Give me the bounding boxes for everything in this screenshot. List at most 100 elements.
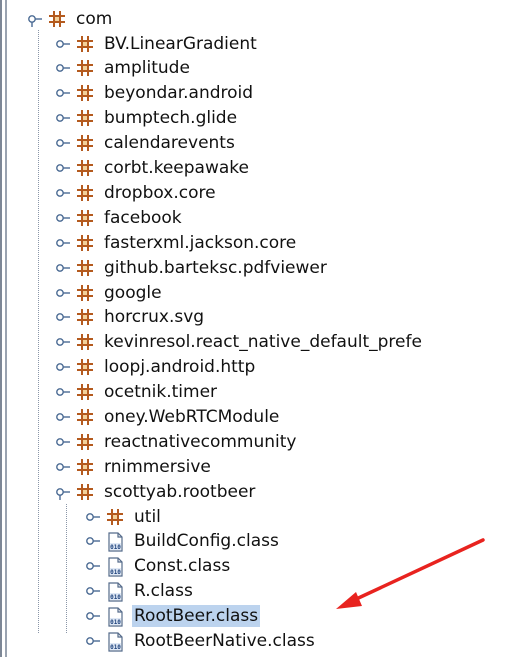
collapsed-toggle-icon[interactable]: [54, 285, 70, 301]
tree-node-label: amplitude: [104, 58, 190, 79]
tree-node-dropbox-core[interactable]: dropbox.core: [54, 180, 218, 205]
tree-node-buildconfig-class[interactable]: 010 BuildConfig.class: [84, 529, 281, 554]
tree-node-label: corbt.keepawake: [104, 158, 249, 178]
tree-node-scottyab-rootbeer[interactable]: scottyab.rootbeer: [54, 479, 257, 504]
tree-node-calendarevents[interactable]: calendarevents: [54, 131, 237, 156]
tree-node-beyondar-android[interactable]: beyondar.android: [54, 81, 255, 106]
tree-node-label: Const.class: [134, 556, 231, 577]
package-icon: [76, 184, 94, 202]
tree-node-label: google: [104, 282, 162, 303]
tree-node-rootbeernative-class[interactable]: 010 RootBeerNative.class: [84, 629, 317, 654]
collapsed-toggle-icon[interactable]: [54, 434, 70, 450]
tree-node-label: RootBeer.class: [132, 605, 261, 628]
tree-node-label: scottyab.rootbeer: [104, 481, 256, 502]
package-icon: [76, 134, 94, 152]
tree-node-horcrux-svg[interactable]: horcrux.svg: [54, 305, 206, 330]
tree-connector-root: [38, 30, 39, 633]
collapsed-toggle-icon[interactable]: [84, 608, 100, 624]
collapsed-toggle-icon[interactable]: [54, 60, 70, 76]
tree-node-oney-webrtcmodule[interactable]: oney.WebRTCModule: [54, 405, 281, 430]
package-icon: [76, 358, 94, 376]
tree-node-rootbeer-class[interactable]: 010 RootBeer.class: [84, 604, 261, 629]
package-icon: [48, 10, 66, 28]
collapsed-toggle-icon[interactable]: [84, 558, 100, 574]
package-icon: [76, 259, 94, 277]
tree-node-label: dropbox.core: [104, 182, 216, 203]
collapsed-toggle-icon[interactable]: [54, 459, 70, 475]
collapsed-toggle-icon[interactable]: [54, 334, 70, 350]
expanded-toggle-icon[interactable]: [26, 11, 42, 27]
tree-node-label: util: [134, 506, 161, 527]
collapsed-toggle-icon[interactable]: [84, 533, 100, 549]
collapsed-toggle-icon[interactable]: [54, 309, 70, 325]
tree-node-label: com: [76, 8, 113, 29]
svg-text:010: 010: [110, 619, 121, 626]
tree-node-util[interactable]: util: [84, 504, 163, 529]
package-icon: [76, 84, 94, 102]
package-icon: [76, 234, 94, 252]
tree-node-label: facebook: [104, 207, 182, 228]
package-icon: [76, 35, 94, 53]
collapsed-toggle-icon[interactable]: [54, 185, 70, 201]
collapsed-toggle-icon[interactable]: [54, 85, 70, 101]
svg-text:010: 010: [110, 569, 121, 576]
package-icon: [76, 458, 94, 476]
package-icon: [76, 308, 94, 326]
tree-node-label: RootBeerNative.class: [134, 631, 315, 651]
tree-node-github-barteksc-pdfviewer[interactable]: github.barteksc.pdfviewer: [54, 255, 329, 280]
collapsed-toggle-icon[interactable]: [54, 36, 70, 52]
tree-node-bv-lineargradient[interactable]: BV.LinearGradient: [54, 31, 259, 56]
class-file-icon: 010: [106, 532, 124, 552]
svg-text:010: 010: [110, 644, 121, 651]
class-file-icon: 010: [106, 582, 124, 602]
tree-node-google[interactable]: google: [54, 280, 164, 305]
tree-node-amplitude[interactable]: amplitude: [54, 56, 192, 81]
tree-node-facebook[interactable]: facebook: [54, 205, 184, 230]
collapsed-toggle-icon[interactable]: [54, 210, 70, 226]
collapsed-toggle-icon[interactable]: [54, 260, 70, 276]
package-icon: [76, 408, 94, 426]
tree-connector-rootbeer: [66, 504, 67, 633]
package-icon: [76, 333, 94, 351]
tree-node-reactnativecommunity[interactable]: reactnativecommunity: [54, 429, 298, 454]
tree-node-label: loopj.android.http: [104, 357, 256, 378]
tree-node-com[interactable]: com: [26, 6, 114, 31]
svg-text:010: 010: [110, 594, 121, 601]
tree-node-bumptech-glide[interactable]: bumptech.glide: [54, 106, 239, 131]
collapsed-toggle-icon[interactable]: [84, 509, 100, 525]
class-file-icon: 010: [106, 607, 124, 627]
package-icon: [76, 59, 94, 77]
collapsed-toggle-icon[interactable]: [54, 359, 70, 375]
class-file-icon: 010: [106, 557, 124, 577]
collapsed-toggle-icon[interactable]: [54, 135, 70, 151]
tree-node-label: horcrux.svg: [104, 307, 205, 328]
tree-node-label: oney.WebRTCModule: [104, 407, 280, 427]
tree-node-label: calendarevents: [104, 133, 235, 154]
package-tree[interactable]: com BV.LinearGradient amplitude beyondar.a…: [0, 0, 530, 657]
tree-node-label: bumptech.glide: [104, 108, 238, 129]
tree-node-label: rnimmersive: [104, 456, 211, 477]
tree-node-ocetnik-timer[interactable]: ocetnik.timer: [54, 380, 219, 405]
tree-node-label: BV.LinearGradient: [104, 33, 257, 54]
tree-node-rnimmersive[interactable]: rnimmersive: [54, 454, 213, 479]
package-icon: [76, 209, 94, 227]
tree-node-kevinresol-react-native-default-prefe[interactable]: kevinresol.react_native_default_prefe: [54, 330, 424, 355]
collapsed-toggle-icon[interactable]: [54, 409, 70, 425]
collapsed-toggle-icon[interactable]: [84, 583, 100, 599]
package-icon: [76, 284, 94, 302]
tree-node-fasterxml-jackson-core[interactable]: fasterxml.jackson.core: [54, 230, 298, 255]
collapsed-toggle-icon[interactable]: [84, 633, 100, 649]
tree-node-corbt-keepawake[interactable]: corbt.keepawake: [54, 156, 251, 181]
collapsed-toggle-icon[interactable]: [54, 110, 70, 126]
collapsed-toggle-icon[interactable]: [54, 160, 70, 176]
package-icon: [106, 508, 124, 526]
tree-node-const-class[interactable]: 010 Const.class: [84, 554, 232, 579]
tree-node-loopj-android-http[interactable]: loopj.android.http: [54, 355, 257, 380]
tree-node-label: ocetnik.timer: [104, 382, 218, 403]
package-icon: [76, 433, 94, 451]
tree-node-label: github.barteksc.pdfviewer: [104, 257, 327, 278]
collapsed-toggle-icon[interactable]: [54, 235, 70, 251]
expanded-toggle-icon[interactable]: [54, 484, 70, 500]
tree-node-r-class[interactable]: 010 R.class: [84, 579, 195, 604]
collapsed-toggle-icon[interactable]: [54, 384, 70, 400]
